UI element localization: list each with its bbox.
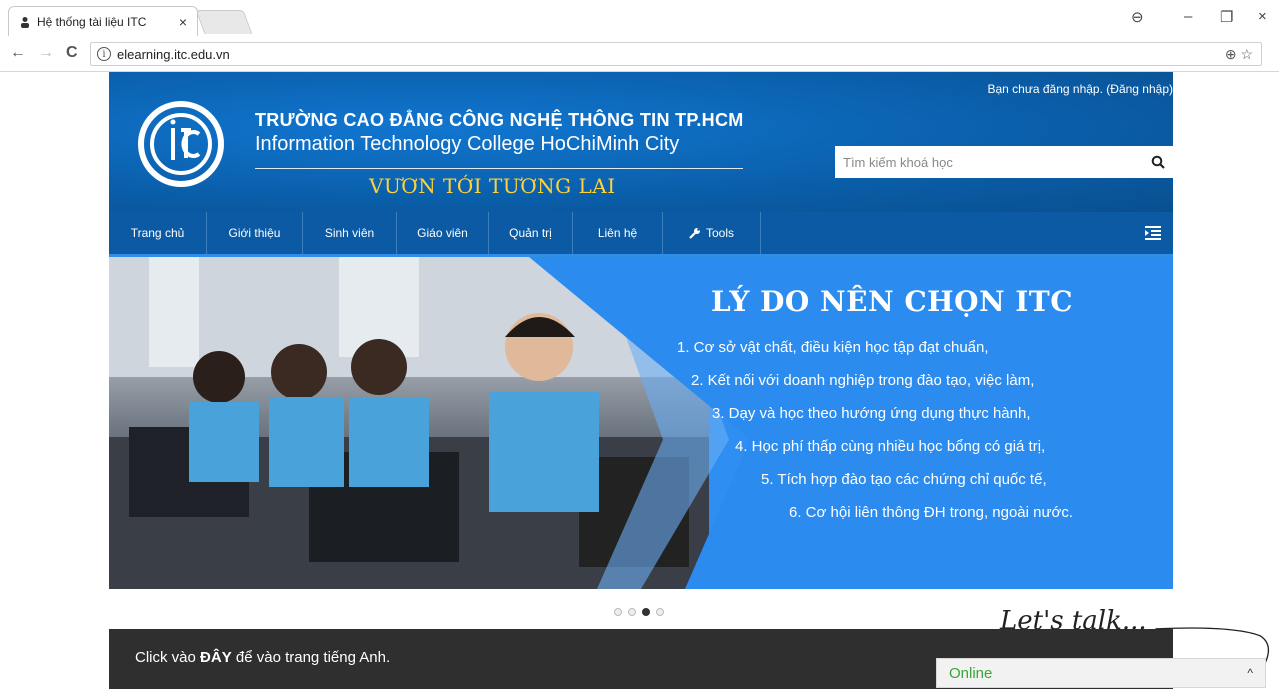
site-header: Bạn chưa đăng nhập. (Đăng nhập) TRƯỜNG C… [109,72,1173,212]
nav-label: Liên hệ [597,226,638,240]
close-window-button[interactable]: × [1258,8,1267,25]
browser-tabbar: Hệ thống tài liệu ITC × ⊖ – ❐ × [0,0,1279,38]
tab-title: Hệ thống tài liệu ITC [37,14,147,29]
url-text[interactable]: elearning.itc.edu.vn [117,47,230,62]
reason-item: 3. Dạy và học theo hướng ứng dụng thực h… [712,405,1031,422]
minimize-button[interactable]: – [1184,8,1192,25]
chat-status: Online [949,664,993,682]
nav-label: Quản trị [509,226,552,240]
account-icon[interactable]: ⊖ [1131,8,1144,26]
banner-title: LÝ DO NÊN CHỌN ITC [711,285,1074,318]
school-motto: VƯƠN TỚI TƯƠNG LAI [369,174,616,198]
info-icon[interactable]: i [97,47,111,61]
tab-close-icon[interactable]: × [179,14,187,30]
chevron-up-icon[interactable]: ^ [1247,666,1253,680]
carousel-dot[interactable] [628,608,636,616]
address-bar[interactable]: i elearning.itc.edu.vn ⊕ ☆ [90,42,1262,66]
lets-talk-label: Let's talk... [1000,606,1147,636]
nav-label: Sinh viên [324,226,375,240]
reload-icon[interactable]: C [66,44,78,62]
main-nav: Trang chủ Giới thiệu Sinh viên Giáo viên… [109,212,1173,257]
carousel-dot[interactable] [656,608,664,616]
nav-item-students[interactable]: Sinh viên [303,212,397,254]
wrench-icon [689,228,700,239]
browser-tab[interactable]: Hệ thống tài liệu ITC × [8,6,198,36]
reason-item: 2. Kết nối với doanh nghiệp trong đào tạ… [691,372,1035,389]
zoom-bookmark-icons[interactable]: ⊕ ☆ [1225,46,1253,63]
nav-item-home[interactable]: Trang chủ [109,212,207,254]
carousel-dots [614,608,664,616]
browser-toolbar: ← → C i elearning.itc.edu.vn ⊕ ☆ [0,38,1279,72]
nav-item-contact[interactable]: Liên hệ [573,212,663,254]
nav-label: Giới thiệu [228,226,281,240]
nav-item-teachers[interactable]: Giáo viên [397,212,489,254]
nav-label: Giáo viên [417,226,468,240]
forward-icon[interactable]: → [38,44,54,62]
restore-button[interactable]: ❐ [1220,8,1233,26]
carousel-dot[interactable] [614,608,622,616]
hero-banner[interactable]: LÝ DO NÊN CHỌN ITC 1. Cơ sở vật chất, đi… [109,257,1173,589]
school-title: TRƯỜNG CAO ĐẲNG CÔNG NGHỆ THÔNG TIN TP.H… [255,110,744,130]
nav-label: Trang chủ [130,226,185,240]
carousel-dot-active[interactable] [642,608,650,616]
nav-label: Tools [705,226,734,240]
login-status[interactable]: Bạn chưa đăng nhập. (Đăng nhập) [987,82,1173,96]
reason-item: 4. Học phí thấp cùng nhiều học bổng có g… [735,438,1046,455]
reason-item: 1. Cơ sở vật chất, điều kiện học tập đạt… [677,339,989,356]
live-chat-widget[interactable]: Online ^ [936,658,1266,688]
school-subtitle: Information Technology College HoChiMinh… [255,133,680,155]
search-icon [1151,155,1165,169]
reason-item: 5. Tích hợp đào tạo các chứng chỉ quốc t… [761,471,1047,488]
site-container: Bạn chưa đăng nhập. (Đăng nhập) TRƯỜNG C… [109,72,1173,689]
nav-item-tools[interactable]: Tools [663,212,761,254]
itc-logo [138,101,224,187]
back-icon[interactable]: ← [10,44,26,62]
new-tab-button[interactable] [195,10,253,34]
nav-item-admin[interactable]: Quản trị [489,212,573,254]
reason-item: 6. Cơ hội liên thông ĐH trong, ngoài nướ… [789,504,1074,521]
nav-item-about[interactable]: Giới thiệu [207,212,303,254]
search-input[interactable] [843,154,1143,170]
english-site-link[interactable]: ĐÂY [200,649,232,666]
english-site-text: Click vào ĐÂY để vào trang tiếng Anh. [135,649,391,666]
menu-toggle-button[interactable] [1133,212,1173,254]
indent-menu-icon [1145,226,1161,240]
course-search [835,146,1173,178]
search-button[interactable] [1143,146,1173,178]
user-icon [21,16,29,28]
header-divider [255,168,743,169]
